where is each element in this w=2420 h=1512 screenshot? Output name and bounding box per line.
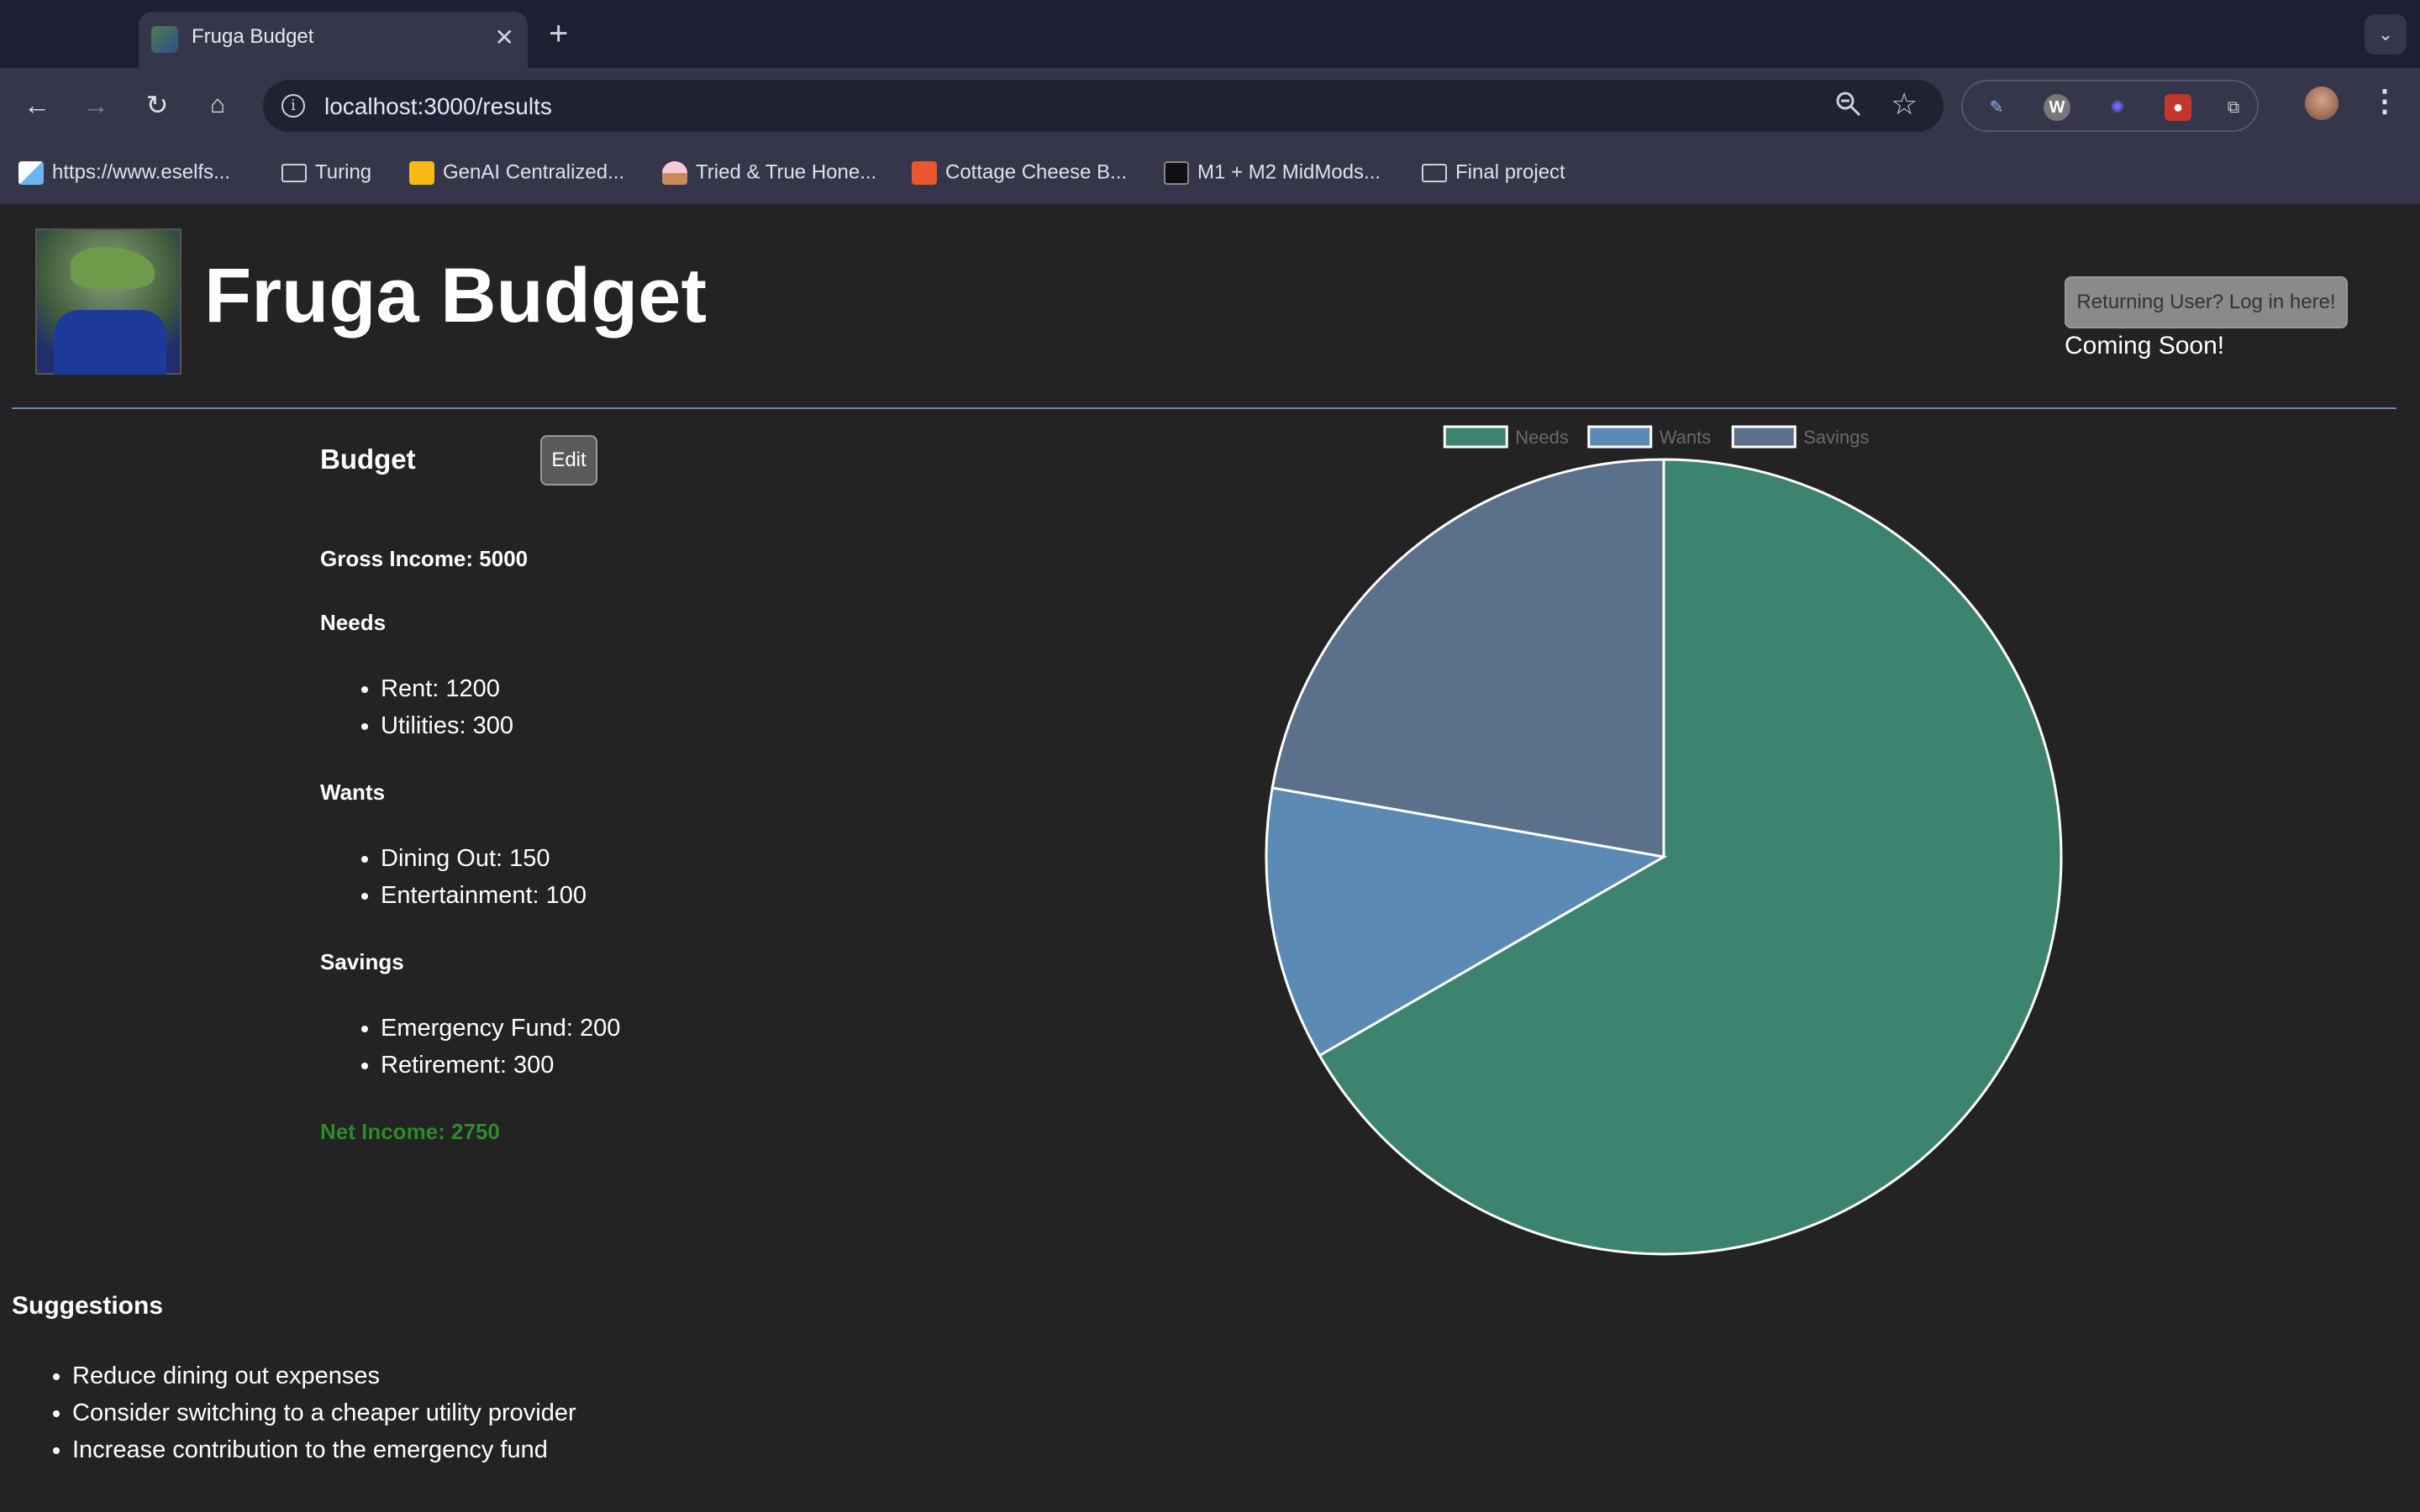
list-item: Rent: 1200 xyxy=(381,670,513,707)
puzzle-extensions-icon[interactable]: ⧉ xyxy=(2220,94,2247,121)
bookmark-item[interactable]: GenAI Centralized... xyxy=(409,160,624,187)
forward-arrow-icon[interactable]: → xyxy=(77,87,114,123)
legend-label-needs[interactable]: Needs xyxy=(1515,427,1569,448)
net-income: Net Income: 2750 xyxy=(320,1119,500,1144)
list-item: Entertainment: 100 xyxy=(381,877,587,914)
wants-list: Dining Out: 150 Entertainment: 100 xyxy=(357,840,587,914)
bookmark-item[interactable]: M1 + M2 MidMods... xyxy=(1164,160,1381,187)
budget-pie-chart: Needs Wants Savings xyxy=(1265,425,2063,1256)
sparkle-extension-icon[interactable]: ✺ xyxy=(2104,94,2131,121)
gross-income: Gross Income: 5000 xyxy=(320,546,529,571)
new-tab-icon[interactable]: + xyxy=(549,15,568,52)
bookmark-star-icon[interactable]: ☆ xyxy=(1891,87,1918,122)
bookmark-ribbon-icon xyxy=(912,160,937,185)
address-bar[interactable]: i localhost:3000/results ☆ xyxy=(263,80,1944,132)
needs-list: Rent: 1200 Utilities: 300 xyxy=(357,670,513,744)
login-button[interactable]: Returning User? Log in here! xyxy=(2065,276,2348,328)
list-item: Dining Out: 150 xyxy=(381,840,587,877)
bookmark-item[interactable]: https://www.eselfs... xyxy=(18,160,230,187)
tab-title: Fruga Budget xyxy=(192,25,314,48)
bookmark-folder-turing[interactable]: Turing xyxy=(281,160,371,187)
more-menu-icon[interactable]: ⋮ xyxy=(2370,83,2400,118)
budget-heading: Budget xyxy=(320,444,416,475)
paper-plane-icon xyxy=(18,160,44,185)
folder-icon xyxy=(1422,163,1447,182)
app-logo xyxy=(35,228,182,375)
legend-label-wants[interactable]: Wants xyxy=(1660,427,1712,448)
edit-button[interactable]: Edit xyxy=(540,435,597,486)
page-title: Fruga Budget xyxy=(204,253,707,339)
header-divider xyxy=(12,407,2396,409)
browser-tab[interactable]: Fruga Budget ✕ xyxy=(139,12,528,68)
browser-tab-strip: Fruga Budget ✕ + ⌄ xyxy=(0,0,2420,68)
close-tab-icon[interactable]: ✕ xyxy=(495,24,514,52)
legend-swatch-savings[interactable] xyxy=(1731,425,1797,449)
site-info-icon[interactable]: i xyxy=(281,94,305,118)
legend-swatch-needs[interactable] xyxy=(1443,425,1508,449)
cupcake-icon xyxy=(662,160,687,185)
savings-list: Emergency Fund: 200 Retirement: 300 xyxy=(357,1010,620,1084)
list-item: Increase contribution to the emergency f… xyxy=(72,1431,576,1468)
legend-swatch-wants[interactable] xyxy=(1587,425,1653,449)
suggestions-heading: Suggestions xyxy=(12,1292,164,1320)
coming-soon-text: Coming Soon! xyxy=(2065,332,2225,360)
w-extension-icon[interactable]: W xyxy=(2044,94,2070,121)
suggestions-list: Reduce dining out expenses Consider swit… xyxy=(49,1357,576,1468)
needs-heading: Needs xyxy=(320,610,387,635)
ladybug-extension-icon[interactable]: ● xyxy=(2165,94,2191,121)
url-text[interactable]: localhost:3000/results xyxy=(324,93,552,120)
pen-extension-icon[interactable]: ✎ xyxy=(1983,94,2010,121)
logo-alligator-head xyxy=(71,247,155,289)
profile-avatar[interactable] xyxy=(2305,87,2338,120)
folder-icon xyxy=(281,163,307,182)
logo-suit xyxy=(54,310,166,375)
home-icon[interactable]: ⌂ xyxy=(199,87,236,123)
browser-toolbar: ← → ↻ ⌂ i localhost:3000/results ☆ ✎ W ✺… xyxy=(0,68,2420,142)
laptop-icon xyxy=(1164,160,1189,185)
back-arrow-icon[interactable]: ← xyxy=(18,87,55,123)
extensions-group: ✎ W ✺ ● ⧉ xyxy=(1961,80,2259,132)
list-item: Utilities: 300 xyxy=(381,707,513,744)
bookmark-item[interactable]: Tried & True Hone... xyxy=(662,160,876,187)
slides-icon xyxy=(409,160,434,185)
list-item: Reduce dining out expenses xyxy=(72,1357,576,1394)
list-item: Retirement: 300 xyxy=(381,1047,620,1084)
tab-search-chevron-icon[interactable]: ⌄ xyxy=(2365,14,2407,55)
bookmark-item[interactable]: Cottage Cheese B... xyxy=(912,160,1127,187)
bookmark-folder-final-project[interactable]: Final project xyxy=(1422,160,1565,187)
legend-label-savings[interactable]: Savings xyxy=(1803,427,1869,448)
favicon-icon xyxy=(151,26,178,53)
list-item: Emergency Fund: 200 xyxy=(381,1010,620,1047)
savings-heading: Savings xyxy=(320,949,404,974)
pie-slice-savings[interactable] xyxy=(1270,458,1665,858)
bookmarks-bar: https://www.eselfs... Turing GenAI Centr… xyxy=(0,142,2420,205)
zoom-icon[interactable] xyxy=(1834,90,1863,125)
wants-heading: Wants xyxy=(320,780,386,805)
reload-icon[interactable]: ↻ xyxy=(139,87,176,123)
list-item: Consider switching to a cheaper utility … xyxy=(72,1394,576,1431)
